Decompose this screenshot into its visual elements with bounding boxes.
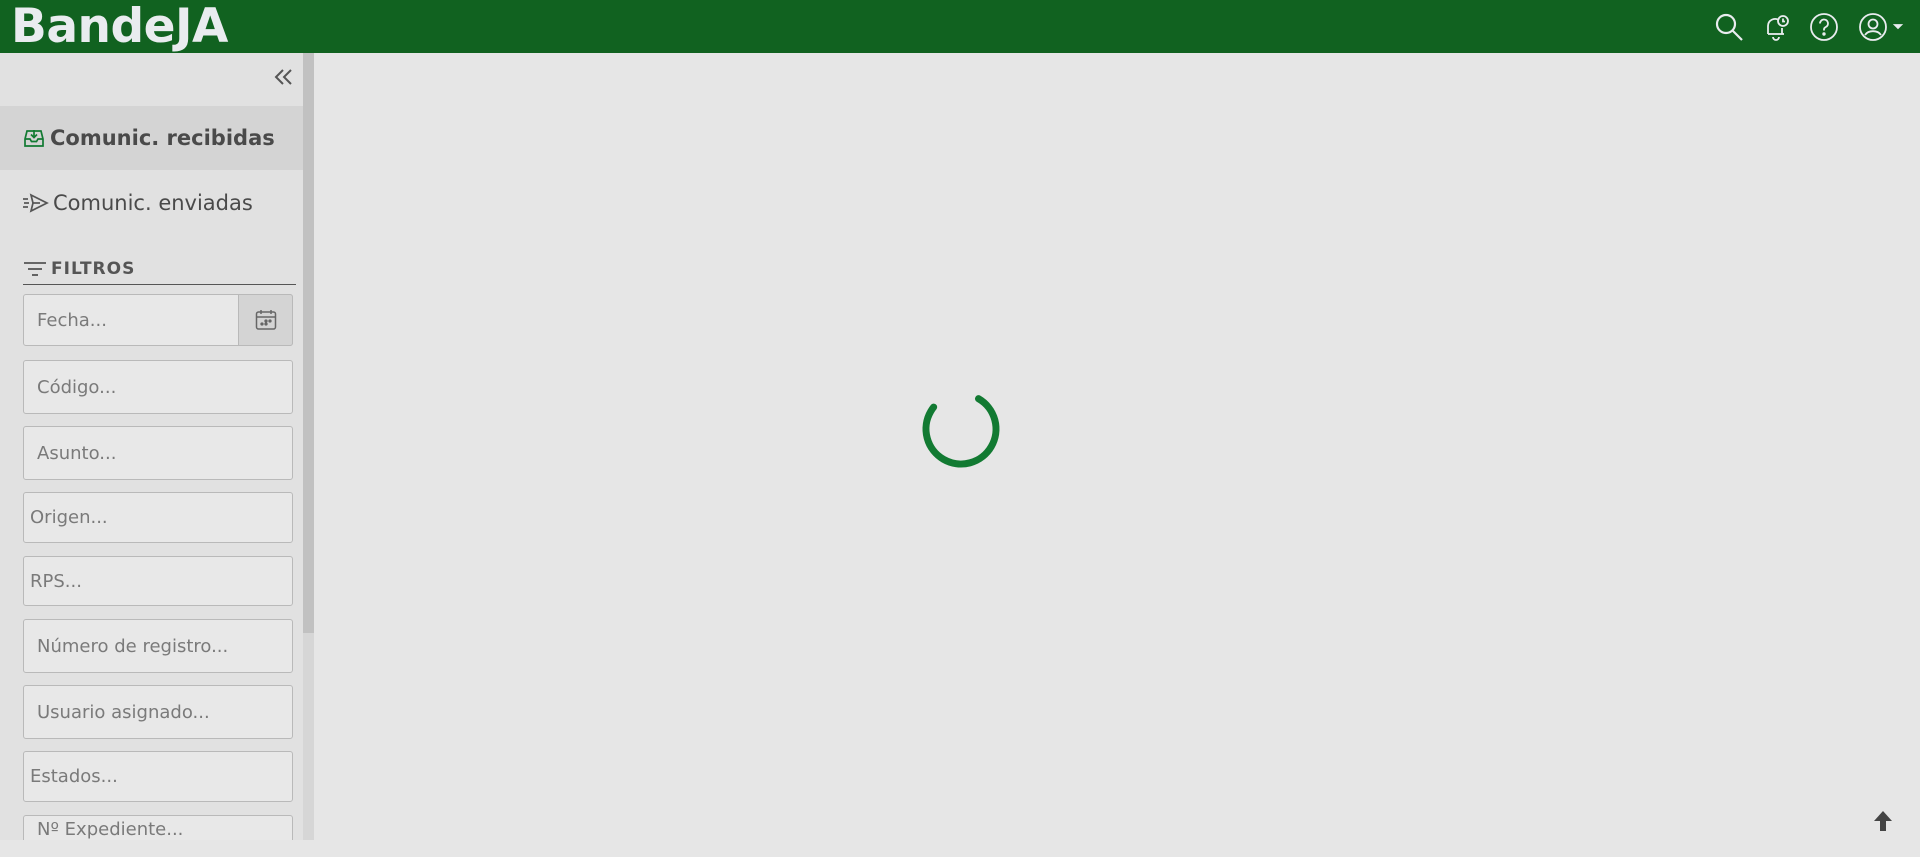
usuario-asignado-filter-input[interactable]: Usuario asignado... [23, 685, 293, 739]
top-header: BandeJA [0, 0, 1920, 53]
codigo-filter-input[interactable]: Código... [23, 360, 293, 414]
send-icon [22, 190, 51, 216]
scroll-to-top-icon[interactable] [1870, 808, 1896, 834]
search-icon[interactable] [1713, 11, 1745, 43]
calendar-icon[interactable] [238, 294, 293, 346]
app-logo[interactable]: BandeJA [11, 0, 228, 53]
estados-filter-placeholder: Estados... [30, 766, 118, 787]
nav-label: Comunic. enviadas [53, 191, 253, 215]
notification-bell-icon[interactable] [1760, 11, 1792, 43]
expediente-filter-input[interactable]: Nº Expediente... [23, 815, 293, 840]
filters-header: FILTROS [23, 253, 296, 285]
filters-title: FILTROS [51, 258, 136, 279]
numero-registro-filter-input[interactable]: Número de registro... [23, 619, 293, 673]
asunto-filter-input[interactable]: Asunto... [23, 426, 293, 480]
rps-filter-select[interactable]: RPS... [23, 556, 293, 606]
expediente-filter-placeholder: Nº Expediente... [37, 819, 184, 840]
origen-filter-select[interactable]: Origen... [23, 492, 293, 543]
collapse-sidebar-icon[interactable] [271, 65, 295, 89]
asunto-filter-placeholder: Asunto... [37, 442, 117, 464]
date-filter-placeholder: Fecha... [37, 309, 107, 331]
sidebar: Comunic. recibidas Comunic. enviadas FIL… [0, 53, 303, 840]
usuario-asignado-filter-placeholder: Usuario asignado... [37, 701, 210, 723]
codigo-filter-placeholder: Código... [37, 376, 117, 398]
numero-registro-filter-placeholder: Número de registro... [37, 635, 229, 657]
inbox-download-icon [22, 125, 48, 151]
help-icon[interactable] [1808, 11, 1840, 43]
loading-spinner [922, 390, 1000, 468]
rps-filter-placeholder: RPS... [30, 570, 82, 592]
origen-filter-placeholder: Origen... [30, 507, 108, 528]
user-account-icon[interactable] [1857, 11, 1911, 43]
nav-label: Comunic. recibidas [50, 126, 275, 150]
sidebar-scrollbar-thumb[interactable] [303, 53, 314, 633]
estados-filter-select[interactable]: Estados... [23, 751, 293, 802]
nav-comunic-enviadas[interactable]: Comunic. enviadas [0, 171, 303, 235]
nav-comunic-recibidas[interactable]: Comunic. recibidas [0, 106, 303, 170]
date-filter-input[interactable]: Fecha... [23, 294, 293, 346]
filter-icon [23, 259, 49, 279]
